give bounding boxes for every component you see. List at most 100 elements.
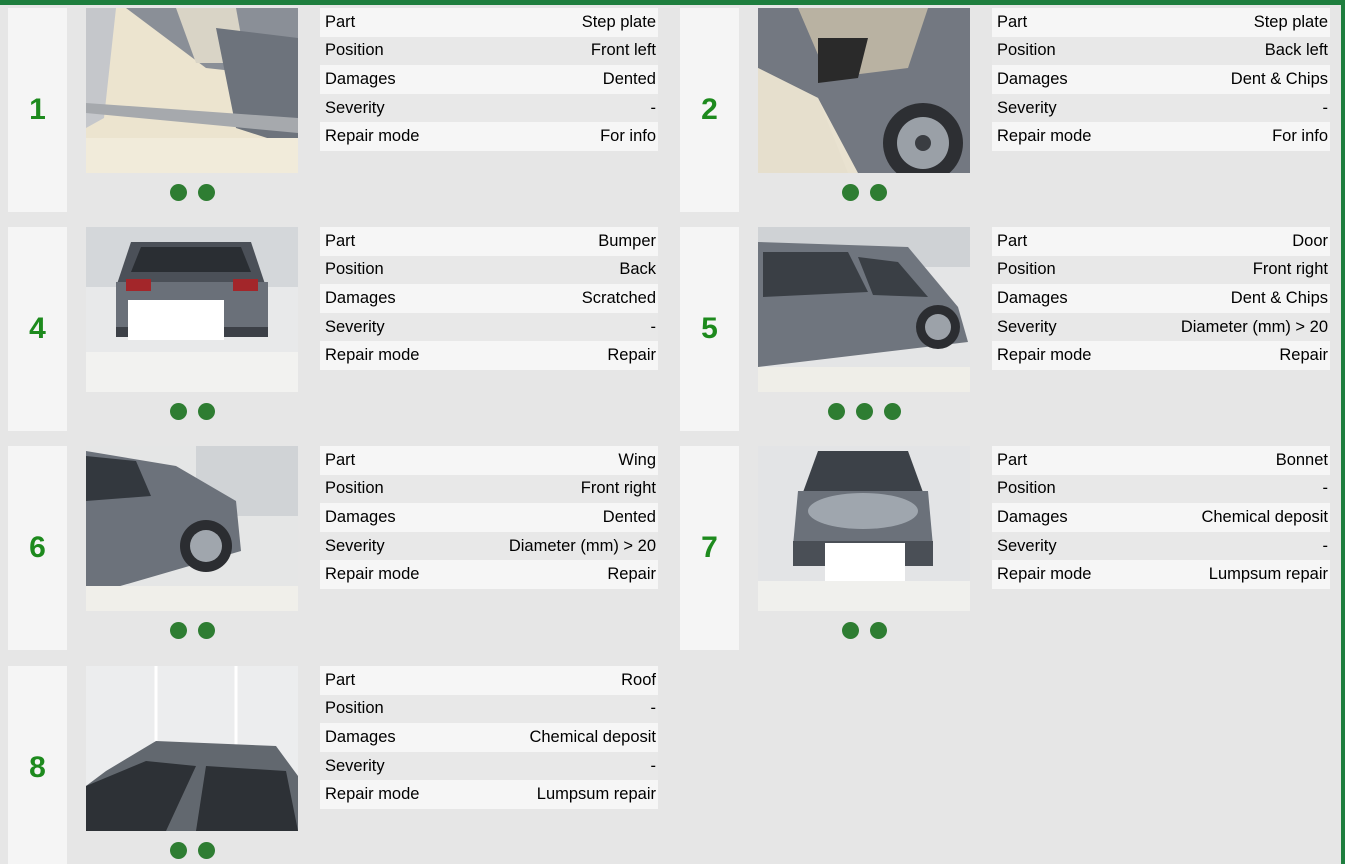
detail-row-repair-mode: Repair mode For info [992, 122, 1330, 151]
detail-row-severity: Severity Diameter (mm) > 20 [992, 312, 1330, 342]
detail-row-severity: Severity - [320, 312, 658, 342]
photo-dot[interactable] [841, 622, 859, 639]
photo-dot[interactable] [169, 842, 187, 859]
photo-pagination-dots [758, 184, 970, 202]
detail-row-position: Position Front right [320, 474, 658, 504]
damage-details-table: Part Wing Position Front right Damages Dent… [320, 446, 658, 589]
detail-row-damages: Damages Dent & Chips [992, 65, 1330, 94]
photo-dot[interactable] [169, 622, 187, 639]
damage-number-box: 5 [680, 227, 739, 431]
damage-photo[interactable] [86, 227, 298, 392]
damage-number-box: 7 [680, 446, 739, 650]
damage-number: 4 [29, 312, 46, 345]
damage-photo[interactable] [86, 8, 298, 173]
photo-dot[interactable] [869, 622, 887, 639]
photo-dot[interactable] [169, 403, 187, 420]
detail-row-damages: Damages Chemical deposit [320, 723, 658, 752]
photo-dot[interactable] [169, 184, 187, 201]
detail-row-damages: Damages Scratched [320, 284, 658, 313]
detail-row-part: Part Step plate [320, 8, 658, 37]
detail-row-position: Position Front right [992, 255, 1330, 285]
detail-row-repair-mode: Repair mode Repair [320, 560, 658, 589]
photo-dot[interactable] [197, 842, 215, 859]
detail-row-position: Position Back left [992, 36, 1330, 66]
damage-photo[interactable] [758, 8, 970, 173]
detail-row-severity: Severity - [992, 93, 1330, 123]
damage-details-table: Part Step plate Position Front left Damage… [320, 8, 658, 151]
detail-row-part: Part Wing [320, 446, 658, 475]
damage-card-4: 4 Part Bumper Position Back Damages Scratch… [8, 227, 668, 431]
damage-card-5: 5 Part Door Position Front right Damages De… [680, 227, 1340, 431]
damage-photo[interactable] [758, 446, 970, 611]
detail-row-severity: Severity Diameter (mm) > 20 [320, 531, 658, 561]
photo-dot[interactable] [197, 184, 215, 201]
photo-dot[interactable] [855, 403, 873, 420]
detail-row-repair-mode: Repair mode Lumpsum repair [992, 560, 1330, 589]
damage-card-6: 6 Part Wing Position Front right Damages De… [8, 446, 668, 650]
damage-photo[interactable] [86, 666, 298, 831]
damage-card-7: 7 Part Bonnet Position - Damages Chemical d… [680, 446, 1340, 650]
damage-photo[interactable] [758, 227, 970, 392]
detail-row-part: Part Bumper [320, 227, 658, 256]
damage-number: 5 [701, 312, 718, 345]
detail-row-repair-mode: Repair mode Repair [992, 341, 1330, 370]
damage-number-box: 2 [680, 8, 739, 212]
step-plate-front-left-image [86, 8, 298, 173]
detail-row-repair-mode: Repair mode Lumpsum repair [320, 780, 658, 809]
detail-row-damages: Damages Dented [320, 503, 658, 532]
damage-card-8: 8 Part Roof Position - Damages Chemical dep… [8, 666, 668, 864]
detail-row-repair-mode: Repair mode For info [320, 122, 658, 151]
detail-row-part: Part Door [992, 227, 1330, 256]
photo-dot[interactable] [197, 403, 215, 420]
damage-number-box: 8 [8, 666, 67, 864]
bumper-back-image [86, 227, 298, 392]
detail-row-damages: Damages Dent & Chips [992, 284, 1330, 313]
damage-number-box: 4 [8, 227, 67, 431]
damage-details-table: Part Door Position Front right Damages Dent… [992, 227, 1330, 370]
photo-dot[interactable] [827, 403, 845, 420]
damage-number: 1 [29, 93, 46, 126]
damage-number: 8 [29, 751, 46, 784]
detail-row-severity: Severity - [320, 751, 658, 781]
roof-image [86, 666, 298, 831]
top-accent-bar [0, 0, 1345, 5]
photo-pagination-dots [86, 184, 298, 202]
damage-details-table: Part Bumper Position Back Damages Scratched… [320, 227, 658, 370]
damage-card-2: 2 Part Step plate Position Back left Damag… [680, 8, 1340, 212]
damage-number: 6 [29, 531, 46, 564]
damage-number: 2 [701, 93, 718, 126]
photo-dot[interactable] [841, 184, 859, 201]
damage-photo[interactable] [86, 446, 298, 611]
photo-dot[interactable] [869, 184, 887, 201]
damage-number-box: 1 [8, 8, 67, 212]
detail-row-part: Part Bonnet [992, 446, 1330, 475]
right-accent-bar [1341, 0, 1345, 864]
detail-row-position: Position Front left [320, 36, 658, 66]
detail-row-repair-mode: Repair mode Repair [320, 341, 658, 370]
damage-details-table: Part Roof Position - Damages Chemical depos… [320, 666, 658, 809]
photo-dot[interactable] [883, 403, 901, 420]
detail-row-position: Position - [320, 694, 658, 724]
photo-pagination-dots [86, 403, 298, 421]
detail-row-part: Part Step plate [992, 8, 1330, 37]
detail-row-position: Position - [992, 474, 1330, 504]
damage-number: 7 [701, 531, 718, 564]
wing-front-right-image [86, 446, 298, 611]
bonnet-image [758, 446, 970, 611]
door-front-right-image [758, 227, 970, 392]
detail-row-severity: Severity - [320, 93, 658, 123]
photo-pagination-dots [86, 842, 298, 860]
detail-row-damages: Damages Dented [320, 65, 658, 94]
step-plate-back-left-image [758, 8, 970, 173]
photo-pagination-dots [758, 622, 970, 640]
detail-row-severity: Severity - [992, 531, 1330, 561]
detail-row-damages: Damages Chemical deposit [992, 503, 1330, 532]
photo-pagination-dots [86, 622, 298, 640]
damage-details-table: Part Step plate Position Back left Damages… [992, 8, 1330, 151]
detail-row-position: Position Back [320, 255, 658, 285]
photo-dot[interactable] [197, 622, 215, 639]
damage-number-box: 6 [8, 446, 67, 650]
detail-row-part: Part Roof [320, 666, 658, 695]
photo-pagination-dots [758, 403, 970, 421]
damage-card-1: 1 Part Step plate Position Front left Dama… [8, 8, 668, 212]
